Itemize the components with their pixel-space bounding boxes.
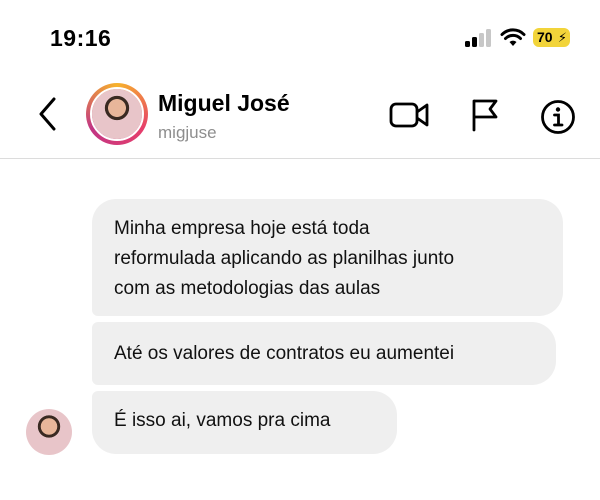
back-chevron-icon[interactable]	[33, 94, 63, 134]
status-bar: 19:16 70 ⚡	[0, 0, 600, 70]
charging-bolt-icon: ⚡	[557, 30, 567, 45]
wifi-icon	[500, 28, 526, 46]
sender-avatar[interactable]	[26, 409, 72, 455]
contact-name[interactable]: Miguel José	[158, 90, 290, 117]
message-line: reformulada aplicando as planilhas junto	[114, 248, 455, 269]
battery-level: 70	[537, 29, 553, 45]
message-line: Minha empresa hoje está toda	[114, 218, 370, 239]
message-line: com as metodologias das aulas	[114, 278, 381, 299]
avatar-photo	[90, 87, 144, 141]
cellular-signal-icon	[465, 29, 493, 47]
info-icon[interactable]	[540, 99, 576, 135]
battery-charging-icon: 70 ⚡	[533, 28, 570, 47]
status-time: 19:16	[50, 25, 112, 51]
message-line: É isso ai, vamos pra cima	[114, 410, 331, 431]
flag-icon[interactable]	[470, 98, 500, 132]
chat-header: Miguel José migjuse	[0, 70, 600, 159]
message-bubble[interactable]: Minha empresa hoje está toda reformulada…	[92, 199, 563, 316]
profile-avatar[interactable]	[86, 83, 148, 145]
message-line: Até os valores de contratos eu aumentei	[114, 343, 455, 364]
video-call-icon[interactable]	[389, 100, 429, 130]
contact-username[interactable]: migjuse	[158, 123, 217, 143]
message-bubble[interactable]: Até os valores de contratos eu aumentei	[92, 322, 556, 385]
message-bubble[interactable]: É isso ai, vamos pra cima	[92, 391, 397, 454]
